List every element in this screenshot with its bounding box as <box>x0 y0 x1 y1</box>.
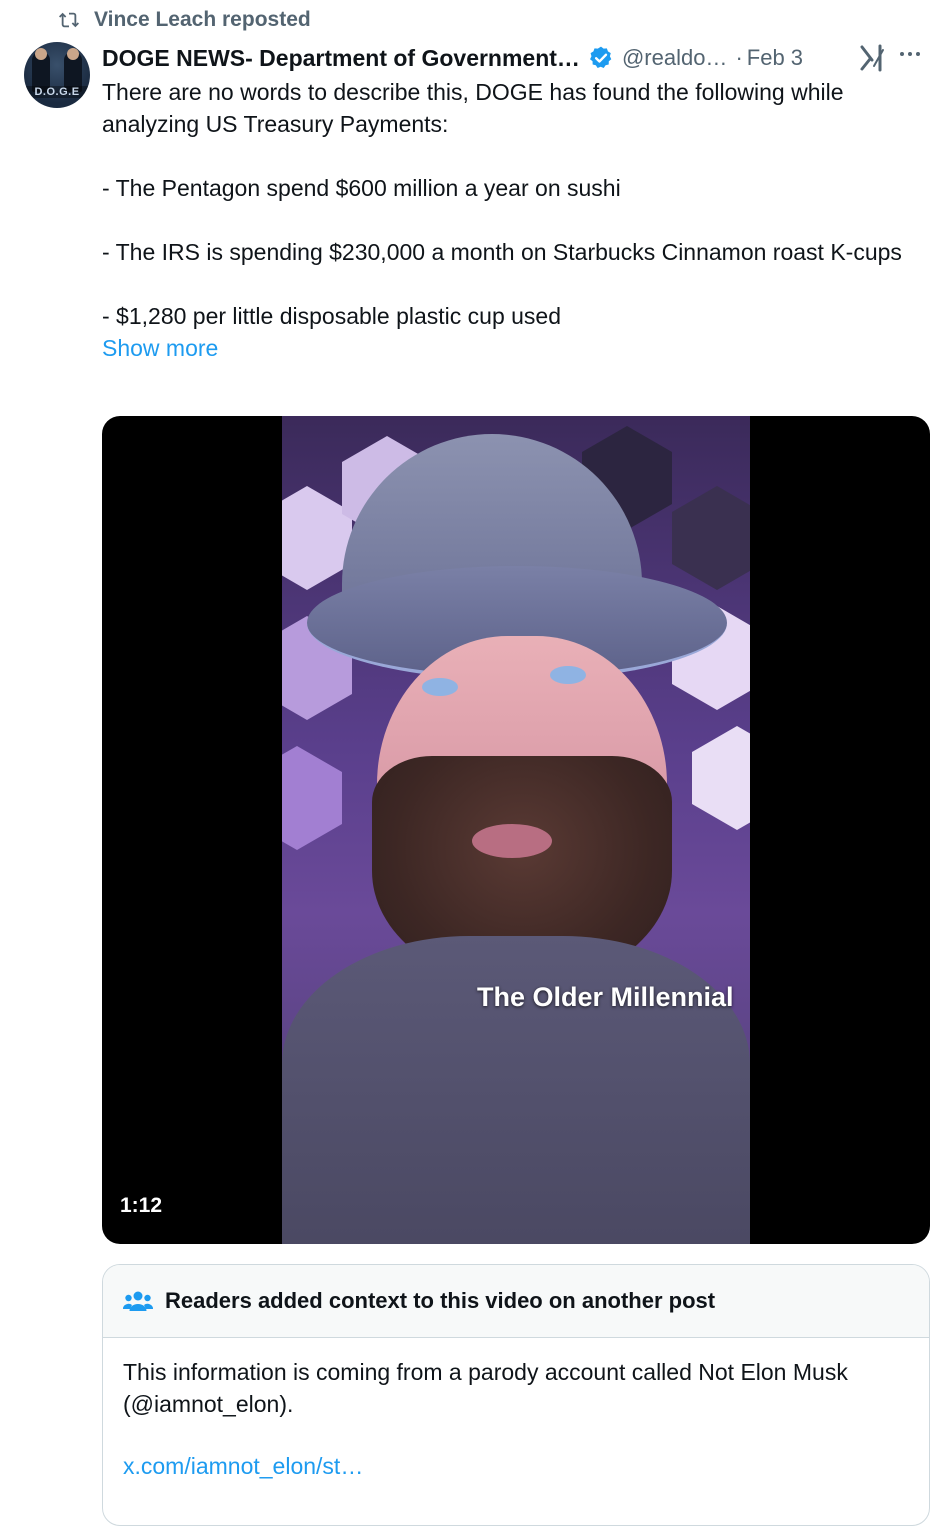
more-dot <box>900 52 904 56</box>
avatar-label: D.O.G.E <box>24 86 90 98</box>
author-name[interactable]: DOGE NEWS- Department of Government… <box>102 45 580 72</box>
post-date[interactable]: Feb 3 <box>747 45 803 71</box>
tweet-line: - The Pentagon spend $600 million a year… <box>102 175 621 201</box>
avatar-figure-head <box>35 48 47 60</box>
hex-tile <box>692 726 750 830</box>
community-note-title: Readers added context to this video on a… <box>165 1288 716 1313</box>
video-frame: The Older Millennial <box>282 416 750 1244</box>
more-dot <box>916 52 920 56</box>
more-dot <box>908 52 912 56</box>
hex-tile <box>672 486 750 590</box>
community-note[interactable]: Readers added context to this video on a… <box>102 1264 930 1526</box>
repost-text: Vince Leach reposted <box>94 8 311 31</box>
people-icon <box>123 1291 153 1311</box>
repost-icon <box>59 12 79 28</box>
separator-dot: · <box>735 45 743 70</box>
video-player[interactable]: The Older Millennial 1:12 <box>102 416 930 1244</box>
eye <box>550 666 586 684</box>
tweet-line: There are no words to describe this, DOG… <box>102 79 844 137</box>
author-line: DOGE NEWS- Department of Government… @re… <box>102 42 803 74</box>
mouth <box>472 824 552 858</box>
community-note-body: This information is coming from a parody… <box>103 1338 929 1482</box>
avatar[interactable]: D.O.G.E <box>24 42 90 108</box>
repost-indicator[interactable]: Vince Leach reposted <box>58 8 311 32</box>
verified-badge-icon <box>589 46 612 68</box>
video-overlay-text: The Older Millennial <box>477 982 734 1012</box>
community-note-link[interactable]: x.com/iamnot_elon/st… <box>123 1450 909 1482</box>
hex-tile <box>282 746 342 850</box>
tweet-line: - $1,280 per little disposable plastic c… <box>102 303 562 329</box>
more-icon[interactable] <box>900 52 920 56</box>
eye <box>422 678 458 696</box>
tweet-line: - The IRS is spending $230,000 a month o… <box>102 239 902 265</box>
community-note-header: Readers added context to this video on a… <box>103 1265 929 1338</box>
grok-icon[interactable] <box>858 44 888 72</box>
tweet-text: There are no words to describe this, DOG… <box>102 76 922 364</box>
video-duration: 1:12 <box>120 1194 163 1217</box>
show-more-link[interactable]: Show more <box>102 332 922 364</box>
community-note-text: This information is coming from a parody… <box>123 1359 848 1417</box>
author-handle[interactable]: @realdo… <box>622 45 728 71</box>
avatar-figure-head <box>67 48 79 60</box>
